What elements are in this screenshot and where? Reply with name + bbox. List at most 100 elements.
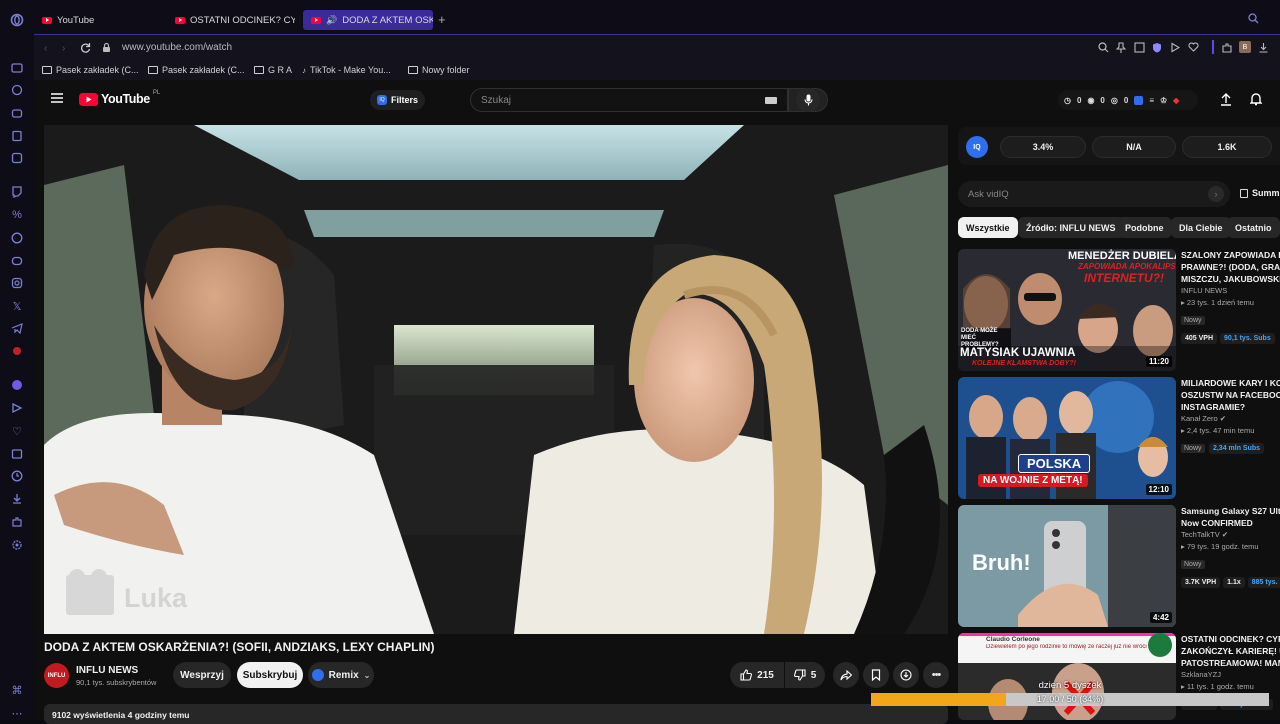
play-icon[interactable]: [1170, 42, 1180, 53]
dislike-button[interactable]: 5: [785, 662, 825, 688]
chip-all[interactable]: Wszystkie: [958, 217, 1018, 238]
channel-name[interactable]: INFLU NEWS: [76, 665, 138, 676]
percent-icon[interactable]: %: [9, 207, 25, 223]
pin-icon[interactable]: [1116, 42, 1126, 53]
bookmark-tiktok[interactable]: ♪ TikTok - Make You...: [302, 65, 391, 75]
bell-alert-icon[interactable]: ◆: [1173, 96, 1179, 105]
tab-search-icon[interactable]: [1248, 13, 1259, 24]
favorites-icon[interactable]: ♡: [9, 423, 25, 439]
recommended-video[interactable]: POLSKA NA WOJNIE Z METĄ! 12:10 MILIARDOW…: [958, 377, 1280, 499]
bot-icon[interactable]: [9, 105, 25, 121]
recommended-video[interactable]: MENEDŻER DUBIELA ZAPOWIADA APOKALIPSĘ IN…: [958, 249, 1280, 371]
summary-button[interactable]: Summ: [1240, 188, 1280, 198]
extension-b-icon[interactable]: B: [1239, 41, 1251, 53]
settings-icon[interactable]: [9, 537, 25, 553]
url-field[interactable]: www.youtube.com/watch: [122, 42, 232, 53]
back-icon[interactable]: ‹: [44, 43, 47, 54]
forward-icon[interactable]: ›: [62, 43, 65, 54]
video-title-line[interactable]: OSTATNI ODCINEK? CYP: [1181, 633, 1280, 645]
video-title-line[interactable]: OSZUSTW NA FACEBOOK: [1181, 389, 1280, 401]
description-box[interactable]: 9102 wyświetlenia 4 godziny temu: [44, 704, 948, 724]
snapshot-icon[interactable]: [1134, 42, 1145, 53]
tab-ostatni-odcinek[interactable]: OSTATNI ODCINEK? CYPE: [167, 10, 295, 30]
video-title-line[interactable]: MILIARDOWE KARY I KON: [1181, 377, 1280, 389]
send-arrow-icon[interactable]: ›: [1208, 186, 1224, 202]
youtube-logo[interactable]: YouTube PL: [79, 90, 160, 106]
channel-name[interactable]: TechTalkTV ✔: [1181, 529, 1280, 541]
workspace-icon[interactable]: [9, 60, 25, 76]
video-thumbnail[interactable]: MENEDŻER DUBIELA ZAPOWIADA APOKALIPSĘ IN…: [958, 249, 1176, 371]
vidiq-logo-icon[interactable]: IQ: [966, 136, 988, 158]
video-title-line[interactable]: INSTAGRAMIE?: [1181, 401, 1280, 413]
video-thumbnail[interactable]: Bruh! 4:42: [958, 505, 1176, 627]
channel-name[interactable]: INFLU NEWS: [1181, 285, 1280, 297]
video-title-line[interactable]: Samsung Galaxy S27 Ultr: [1181, 505, 1280, 517]
tab-youtube[interactable]: YouTube: [34, 10, 159, 30]
tiktok-icon[interactable]: [9, 343, 25, 359]
like-button[interactable]: 215: [730, 662, 784, 688]
notes-icon[interactable]: [9, 128, 25, 144]
hamburger-menu-icon[interactable]: [51, 93, 63, 103]
chip-source[interactable]: Źródło: INFLU NEWS: [1018, 217, 1124, 238]
pinboard-icon[interactable]: [9, 446, 25, 462]
vidiq-filters-button[interactable]: IQ Filters: [370, 90, 426, 110]
vidiq-remix-button[interactable]: Remix ⌄: [308, 662, 374, 688]
zoom-icon[interactable]: [1098, 42, 1109, 53]
discord-icon[interactable]: [9, 253, 25, 269]
music-player-icon[interactable]: [9, 377, 25, 393]
twitch-icon[interactable]: [9, 184, 25, 200]
ellipsis-icon[interactable]: ⋯: [9, 705, 25, 721]
video-title-line[interactable]: PATOSTREAMOWA! MAM: [1181, 657, 1280, 669]
keyboard-icon[interactable]: [765, 97, 777, 104]
flow-icon[interactable]: [9, 400, 25, 416]
subscribe-button[interactable]: Subskrybuj: [237, 662, 303, 688]
ask-vidiq-input[interactable]: Ask vidIQ ›: [958, 181, 1230, 207]
video-title-line[interactable]: MISZCZU, JAKUBOWSKI,: [1181, 273, 1280, 285]
voice-search-button[interactable]: [796, 88, 820, 112]
support-button[interactable]: Wesprzyj: [173, 662, 231, 688]
instagram-icon[interactable]: [9, 275, 25, 291]
downloads-icon[interactable]: [9, 491, 25, 507]
video-title-line[interactable]: PRAWNE?! (DODA, GRACZ: [1181, 261, 1280, 273]
channel-name[interactable]: Kanał Zero ✔: [1181, 413, 1280, 425]
chip-for-you[interactable]: Dla Ciebie: [1171, 217, 1231, 238]
video-title-line[interactable]: Now CONFIRMED: [1181, 517, 1280, 529]
video-player[interactable]: Luka: [44, 125, 948, 634]
download-icon[interactable]: [1258, 42, 1269, 53]
lock-icon[interactable]: [102, 42, 111, 53]
channel-watermark: [66, 569, 114, 615]
search-input[interactable]: Szukaj: [470, 88, 788, 112]
reload-icon[interactable]: [80, 42, 91, 53]
channel-avatar[interactable]: INFLU: [44, 663, 69, 688]
chip-recent[interactable]: Ostatnio: [1227, 217, 1280, 238]
share-button[interactable]: [833, 662, 859, 688]
x-icon[interactable]: 𝕏: [9, 298, 25, 314]
tab-doda-active[interactable]: 🔊 DODA Z AKTEM OSKAR: [303, 10, 433, 30]
bookmark-folder[interactable]: Pasek zakładek (C...: [148, 65, 245, 75]
extensions-icon[interactable]: [9, 514, 25, 530]
heart-icon[interactable]: [1188, 42, 1199, 52]
extensions-puzzle-icon[interactable]: [1221, 42, 1232, 53]
video-thumbnail[interactable]: POLSKA NA WOJNIE Z METĄ! 12:10: [958, 377, 1176, 499]
trophy-icon[interactable]: ♔: [1160, 96, 1167, 105]
recommended-video[interactable]: Bruh! 4:42 Samsung Galaxy S27 Ultr Now C…: [958, 505, 1280, 627]
telegram-icon[interactable]: [9, 320, 25, 336]
messenger-icon[interactable]: [9, 230, 25, 246]
opera-logo-icon[interactable]: [9, 12, 25, 28]
more-icon[interactable]: ⌘: [9, 682, 25, 698]
vidiq-icon[interactable]: [1134, 95, 1144, 105]
aria-icon[interactable]: [9, 82, 25, 98]
chip-similar[interactable]: Podobne: [1117, 217, 1172, 238]
new-tab-button[interactable]: +: [438, 12, 446, 27]
bookmark-folder[interactable]: Nowy folder: [408, 65, 470, 75]
notifications-icon[interactable]: [1250, 92, 1262, 106]
upload-icon[interactable]: [1220, 92, 1232, 106]
m-app-icon[interactable]: [9, 150, 25, 166]
bookmark-folder[interactable]: Pasek zakładek (C...: [42, 65, 139, 75]
video-title-line[interactable]: ZAKOŃCZYŁ KARIERĘ! US: [1181, 645, 1280, 657]
bookmark-folder[interactable]: G R A: [254, 65, 292, 75]
shield-icon[interactable]: [1152, 42, 1162, 53]
history-icon[interactable]: [9, 468, 25, 484]
video-title-line[interactable]: SZALONY ZAPOWIADA K: [1181, 249, 1280, 261]
list-icon[interactable]: ≡: [1149, 96, 1154, 105]
